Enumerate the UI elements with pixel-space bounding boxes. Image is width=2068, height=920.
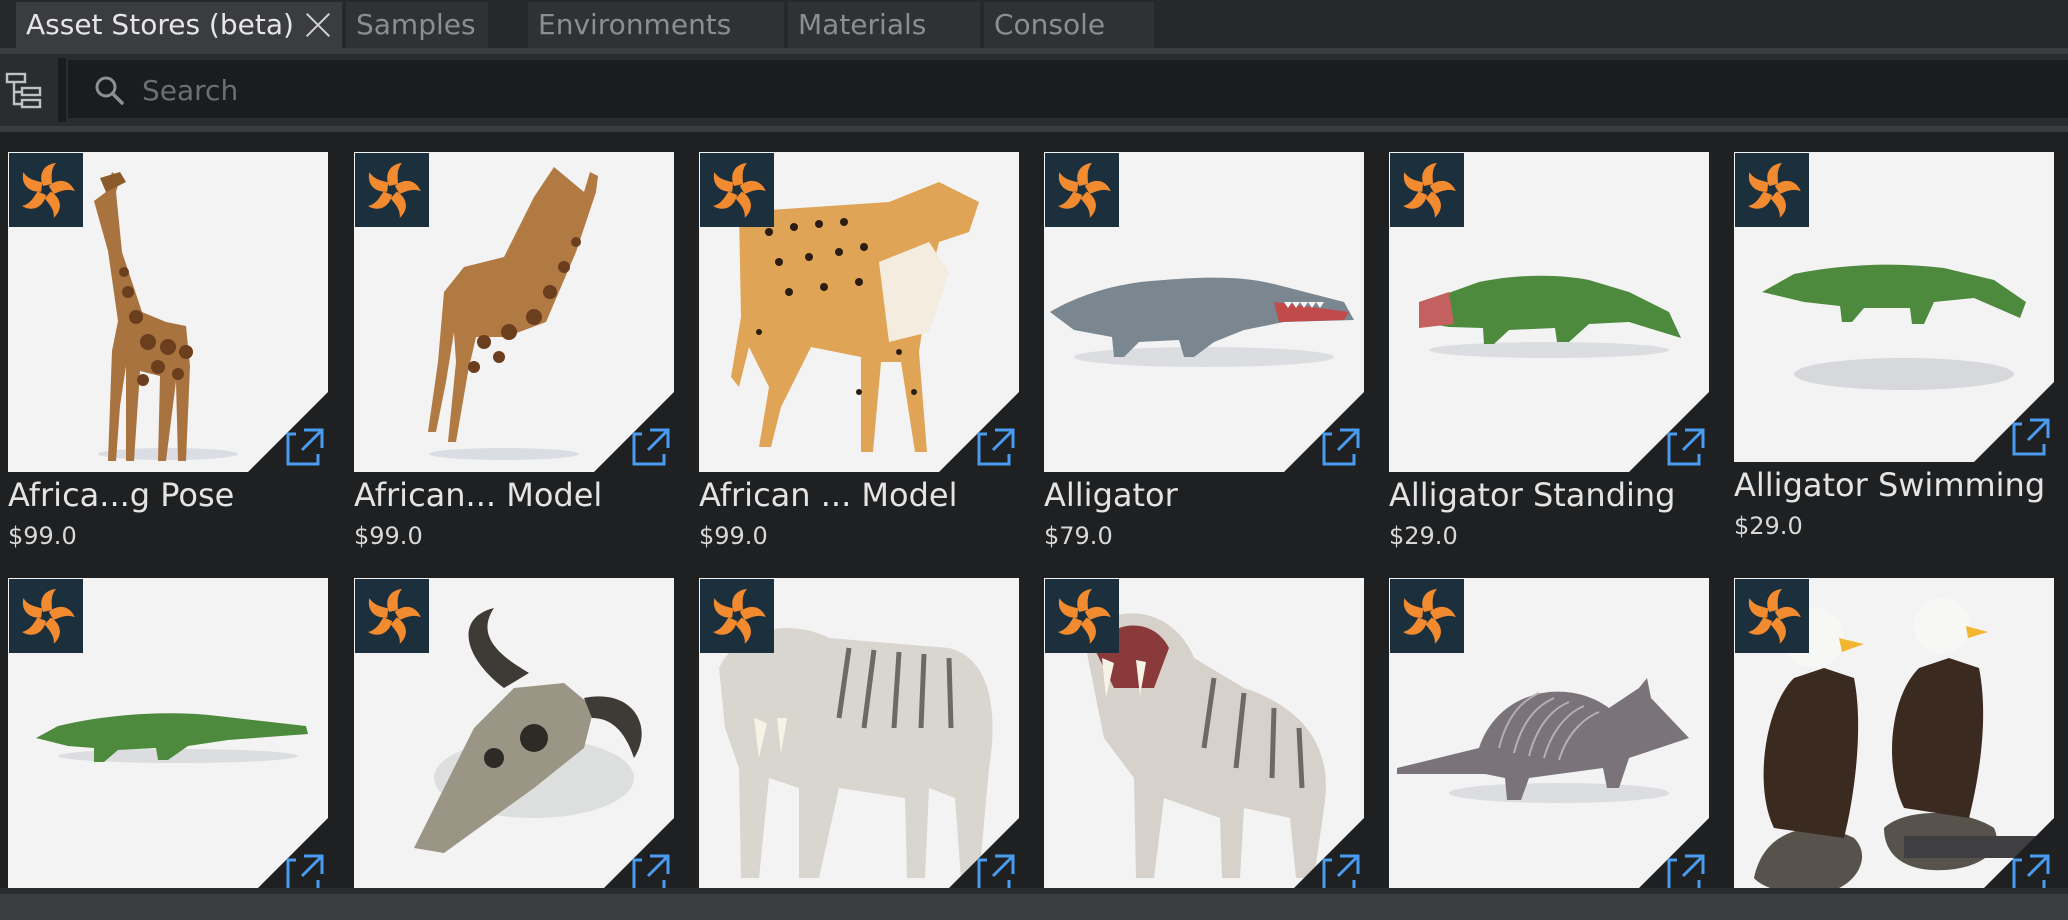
asset-title: Alligator — [1044, 476, 1178, 514]
asset-title: Africa...g Pose — [8, 476, 235, 514]
asset-price: $99.0 — [699, 522, 768, 550]
external-link-icon[interactable] — [1284, 818, 1364, 888]
tab-label: Console — [994, 8, 1106, 41]
close-icon[interactable] — [304, 11, 332, 39]
store-logo-icon — [355, 579, 429, 653]
tab-asset-stores[interactable]: Asset Stores (beta) — [16, 2, 342, 48]
search-icon — [95, 76, 124, 105]
asset-thumbnail[interactable] — [354, 578, 674, 888]
search-box[interactable] — [68, 60, 2068, 120]
external-link-icon[interactable] — [594, 392, 674, 472]
tab-samples[interactable]: Samples — [346, 2, 488, 48]
store-logo-icon — [9, 153, 83, 227]
asset-thumbnail[interactable] — [8, 578, 328, 888]
asset-title: African... Model — [354, 476, 603, 514]
store-logo-icon — [355, 153, 429, 227]
asset-title: Alligator Standing — [1389, 476, 1676, 514]
search-input[interactable] — [140, 60, 1944, 120]
tab-environments[interactable]: Environments — [528, 2, 784, 48]
toolbar-separator — [58, 58, 66, 122]
external-link-icon[interactable] — [1974, 818, 2054, 888]
external-link-icon[interactable] — [939, 392, 1019, 472]
asset-thumbnail[interactable] — [1734, 578, 2054, 888]
asset-thumbnail[interactable] — [1389, 152, 1709, 472]
external-link-icon[interactable] — [1974, 382, 2054, 462]
store-logo-icon — [700, 153, 774, 227]
asset-price: $29.0 — [1389, 522, 1458, 550]
hierarchy-button[interactable] — [0, 62, 52, 118]
store-logo-icon — [1735, 153, 1809, 227]
toolbar — [0, 54, 2068, 126]
asset-title: Alligator Swimming — [1734, 466, 2046, 504]
asset-card[interactable]: Alligator Swimming $29.0 — [1734, 152, 2054, 540]
store-logo-icon — [1045, 579, 1119, 653]
asset-thumbnail[interactable] — [8, 152, 328, 472]
store-logo-icon — [1390, 579, 1464, 653]
tab-console[interactable]: Console — [984, 2, 1154, 48]
store-logo-icon — [1735, 579, 1809, 653]
store-logo-icon — [1390, 153, 1464, 227]
asset-thumbnail[interactable] — [1734, 152, 2054, 462]
asset-thumbnail[interactable] — [699, 578, 1019, 888]
external-link-icon[interactable] — [1629, 392, 1709, 472]
asset-thumbnail[interactable] — [354, 152, 674, 472]
tab-label: Materials — [798, 8, 927, 41]
external-link-icon[interactable] — [248, 818, 328, 888]
tab-label: Asset Stores (beta) — [26, 8, 294, 41]
asset-thumbnail[interactable] — [1389, 578, 1709, 888]
status-bar — [0, 888, 2068, 920]
asset-price: $99.0 — [8, 522, 77, 550]
tab-label: Environments — [538, 8, 732, 41]
asset-thumbnail[interactable] — [1044, 578, 1364, 888]
tab-materials[interactable]: Materials — [788, 2, 980, 48]
tab-label: Samples — [356, 8, 476, 41]
asset-grid: Africa...g Pose $99.0 African... Model $… — [0, 132, 2068, 888]
external-link-icon[interactable] — [1629, 818, 1709, 888]
external-link-icon[interactable] — [1284, 392, 1364, 472]
asset-thumbnail[interactable] — [1044, 152, 1364, 472]
asset-price: $29.0 — [1734, 512, 1803, 540]
external-link-icon[interactable] — [939, 818, 1019, 888]
asset-price: $99.0 — [354, 522, 423, 550]
hierarchy-icon — [5, 72, 42, 109]
external-link-icon[interactable] — [248, 392, 328, 472]
asset-title: African ... Model — [699, 476, 958, 514]
asset-price: $79.0 — [1044, 522, 1113, 550]
store-logo-icon — [9, 579, 83, 653]
asset-thumbnail[interactable] — [699, 152, 1019, 472]
store-logo-icon — [700, 579, 774, 653]
tab-bar: Asset Stores (beta) Samples Environments… — [0, 0, 2068, 50]
store-logo-icon — [1045, 153, 1119, 227]
external-link-icon[interactable] — [594, 818, 674, 888]
